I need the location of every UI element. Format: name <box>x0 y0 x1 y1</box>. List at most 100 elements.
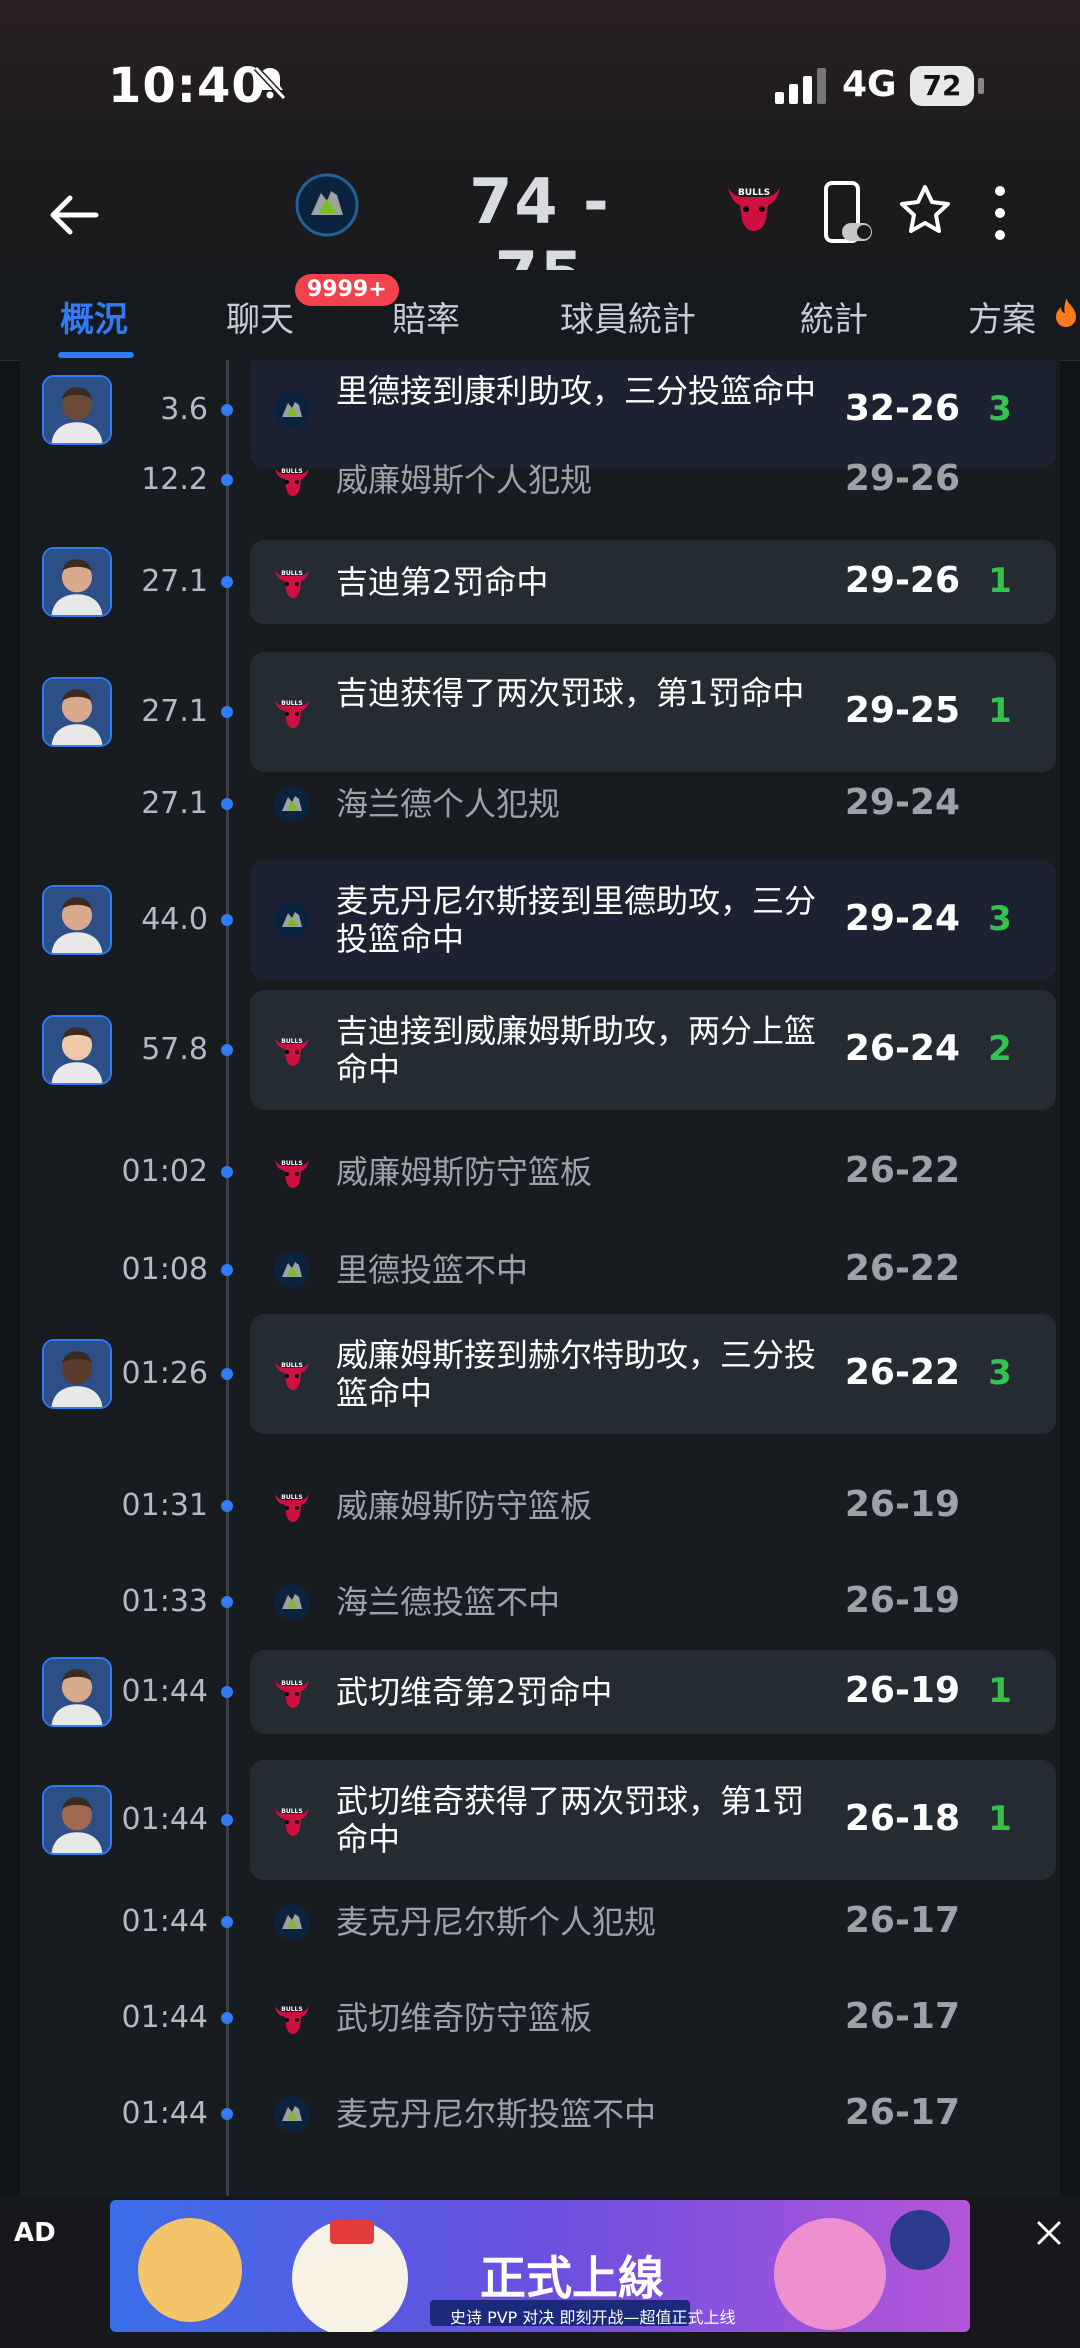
svg-text:BULLS: BULLS <box>281 1362 302 1369</box>
event-time: 12.2 <box>141 462 208 497</box>
event-time: 3.6 <box>160 392 208 427</box>
svg-text:BULLS: BULLS <box>281 1680 302 1687</box>
event-points: 1 <box>988 561 1012 601</box>
play-event-row[interactable]: 44.0 麦克丹尼尔斯接到里德助攻，三分投篮命中 29-24 3 <box>20 860 1060 980</box>
more-options-icon[interactable] <box>980 181 1020 245</box>
svg-text:BULLS: BULLS <box>738 188 770 198</box>
tab-plans[interactable]: 方案 <box>968 292 1036 341</box>
tab-chat[interactable]: 聊天 <box>226 292 294 341</box>
tab-bar: 概況 聊天 9999+ 賠率 球員統計 統計 方案 <box>0 270 1080 361</box>
event-points: 2 <box>988 1029 1012 1069</box>
bell-muted-icon <box>253 65 287 101</box>
tab-player-stats[interactable]: 球員統計 <box>560 292 696 341</box>
status-bar: 10:40 4G 72 <box>0 0 1080 165</box>
svg-text:BULLS: BULLS <box>281 1494 302 1501</box>
event-description: 海兰德个人犯规 <box>336 785 561 823</box>
player-avatar[interactable] <box>42 1785 112 1855</box>
event-time: 01:31 <box>121 1488 208 1523</box>
timberwolves-logo-icon <box>272 784 312 824</box>
event-time: 27.1 <box>141 564 208 599</box>
event-time: 01:26 <box>121 1356 208 1391</box>
play-event-row[interactable]: 27.1 BULLS 吉迪第2罚命中 29-26 1 <box>20 540 1060 624</box>
svg-text:BULLS: BULLS <box>281 570 302 577</box>
play-event-row[interactable]: 57.8 BULLS 吉迪接到威廉姆斯助攻，两分上篮命中 26-24 2 <box>20 990 1060 1110</box>
timeline-dot <box>221 1368 233 1380</box>
event-time: 01:44 <box>121 1802 208 1837</box>
play-event-row[interactable]: 01:44 BULLS 武切维奇第2罚命中 26-19 1 <box>20 1650 1060 1734</box>
player-avatar[interactable] <box>42 1339 112 1409</box>
bulls-logo-icon[interactable]: BULLS <box>722 173 786 237</box>
play-by-play-feed[interactable]: 3.6 里德接到康利助攻，三分投篮命中 32-26 3 12.2 BULLS 威廉姆斯个人犯… <box>20 360 1060 2196</box>
timeline-dot <box>221 2108 233 2120</box>
play-event-row[interactable]: 27.1 BULLS 吉迪获得了两次罚球，第1罚命中 29-25 1 <box>20 652 1060 772</box>
timeline-dot <box>221 1686 233 1698</box>
timeline-dot <box>221 1264 233 1276</box>
event-score: 26-17 <box>844 1900 960 1941</box>
timberwolves-logo-icon <box>272 1582 312 1622</box>
event-points: 3 <box>988 1353 1012 1393</box>
event-time: 27.1 <box>141 786 208 821</box>
tab-odds[interactable]: 賠率 <box>392 292 460 341</box>
play-event-row: 27.1 海兰德个人犯规 29-24 <box>20 772 1060 836</box>
event-points: 3 <box>988 389 1012 429</box>
event-score: 26-19 <box>844 1580 960 1621</box>
phone-toggle-icon[interactable] <box>820 179 874 247</box>
player-avatar[interactable] <box>42 677 112 747</box>
player-avatar[interactable] <box>42 885 112 955</box>
chat-count-badge: 9999+ <box>295 274 399 306</box>
event-time: 27.1 <box>141 694 208 729</box>
event-description: 里德投篮不中 <box>336 1251 529 1289</box>
event-points: 1 <box>988 691 1012 731</box>
back-arrow-icon[interactable] <box>44 185 104 245</box>
player-avatar[interactable] <box>42 547 112 617</box>
play-event-row: 01:08 里德投篮不中 26-22 <box>20 1238 1060 1302</box>
event-score: 29-26 <box>844 458 960 499</box>
tab-stats[interactable]: 統計 <box>800 292 868 341</box>
event-score: 29-25 <box>844 690 960 731</box>
event-score: 32-26 <box>844 388 960 429</box>
event-score: 26-17 <box>844 2092 960 2133</box>
ad-tagline: 史诗 PVP 对决 即刻开战—超值正式上线 <box>450 2308 736 2327</box>
timberwolves-logo-icon <box>272 390 312 430</box>
event-score: 26-22 <box>844 1248 960 1289</box>
fire-icon <box>1056 298 1076 327</box>
event-score: 26-22 <box>844 1150 960 1191</box>
bulls-logo-icon: BULLS <box>272 1998 312 2038</box>
event-time: 01:44 <box>121 1904 208 1939</box>
game-header: 74 - 75 BULLS <box>0 165 1080 311</box>
event-description: 吉迪接到威廉姆斯助攻，两分上篮命中 <box>336 1012 817 1088</box>
timeline-dot <box>221 1814 233 1826</box>
player-avatar[interactable] <box>42 1015 112 1085</box>
event-description: 麦克丹尼尔斯投篮不中 <box>336 2095 657 2133</box>
favorite-star-icon[interactable] <box>895 181 955 241</box>
timeline-dot <box>221 2012 233 2024</box>
event-description: 武切维奇第2罚命中 <box>336 1673 613 1711</box>
bulls-logo-icon: BULLS <box>272 460 312 500</box>
event-description: 威廉姆斯个人犯规 <box>336 461 593 499</box>
player-avatar[interactable] <box>42 375 112 445</box>
event-time: 44.0 <box>141 902 208 937</box>
event-score: 26-19 <box>844 1484 960 1525</box>
svg-text:BULLS: BULLS <box>281 1160 302 1167</box>
event-score: 29-24 <box>844 782 960 823</box>
svg-text:BULLS: BULLS <box>281 468 302 475</box>
player-avatar[interactable] <box>42 1657 112 1727</box>
close-ad-icon[interactable] <box>1032 2216 1066 2250</box>
event-description: 威廉姆斯防守篮板 <box>336 1487 593 1525</box>
event-points: 1 <box>988 1799 1012 1839</box>
svg-text:BULLS: BULLS <box>281 1038 302 1045</box>
timberwolves-logo-icon[interactable] <box>295 173 359 237</box>
event-description: 麦克丹尼尔斯个人犯规 <box>336 1903 657 1941</box>
play-event-row: 01:33 海兰德投篮不中 26-19 <box>20 1570 1060 1634</box>
tab-overview[interactable]: 概況 <box>60 292 128 341</box>
event-score: 26-24 <box>844 1028 960 1069</box>
play-event-row[interactable]: 01:26 BULLS 威廉姆斯接到赫尔特助攻，三分投篮命中 26-22 3 <box>20 1314 1060 1434</box>
play-event-row[interactable]: 01:44 BULLS 武切维奇获得了两次罚球，第1罚命中 26-18 1 <box>20 1760 1060 1880</box>
play-event-row: 01:31 BULLS 威廉姆斯防守篮板 26-19 <box>20 1474 1060 1538</box>
timeline-dot <box>221 1916 233 1928</box>
timeline-dot <box>221 404 233 416</box>
bulls-logo-icon: BULLS <box>272 1800 312 1840</box>
event-time: 57.8 <box>141 1032 208 1067</box>
active-tab-indicator <box>58 352 134 358</box>
timeline-dot <box>221 1596 233 1608</box>
